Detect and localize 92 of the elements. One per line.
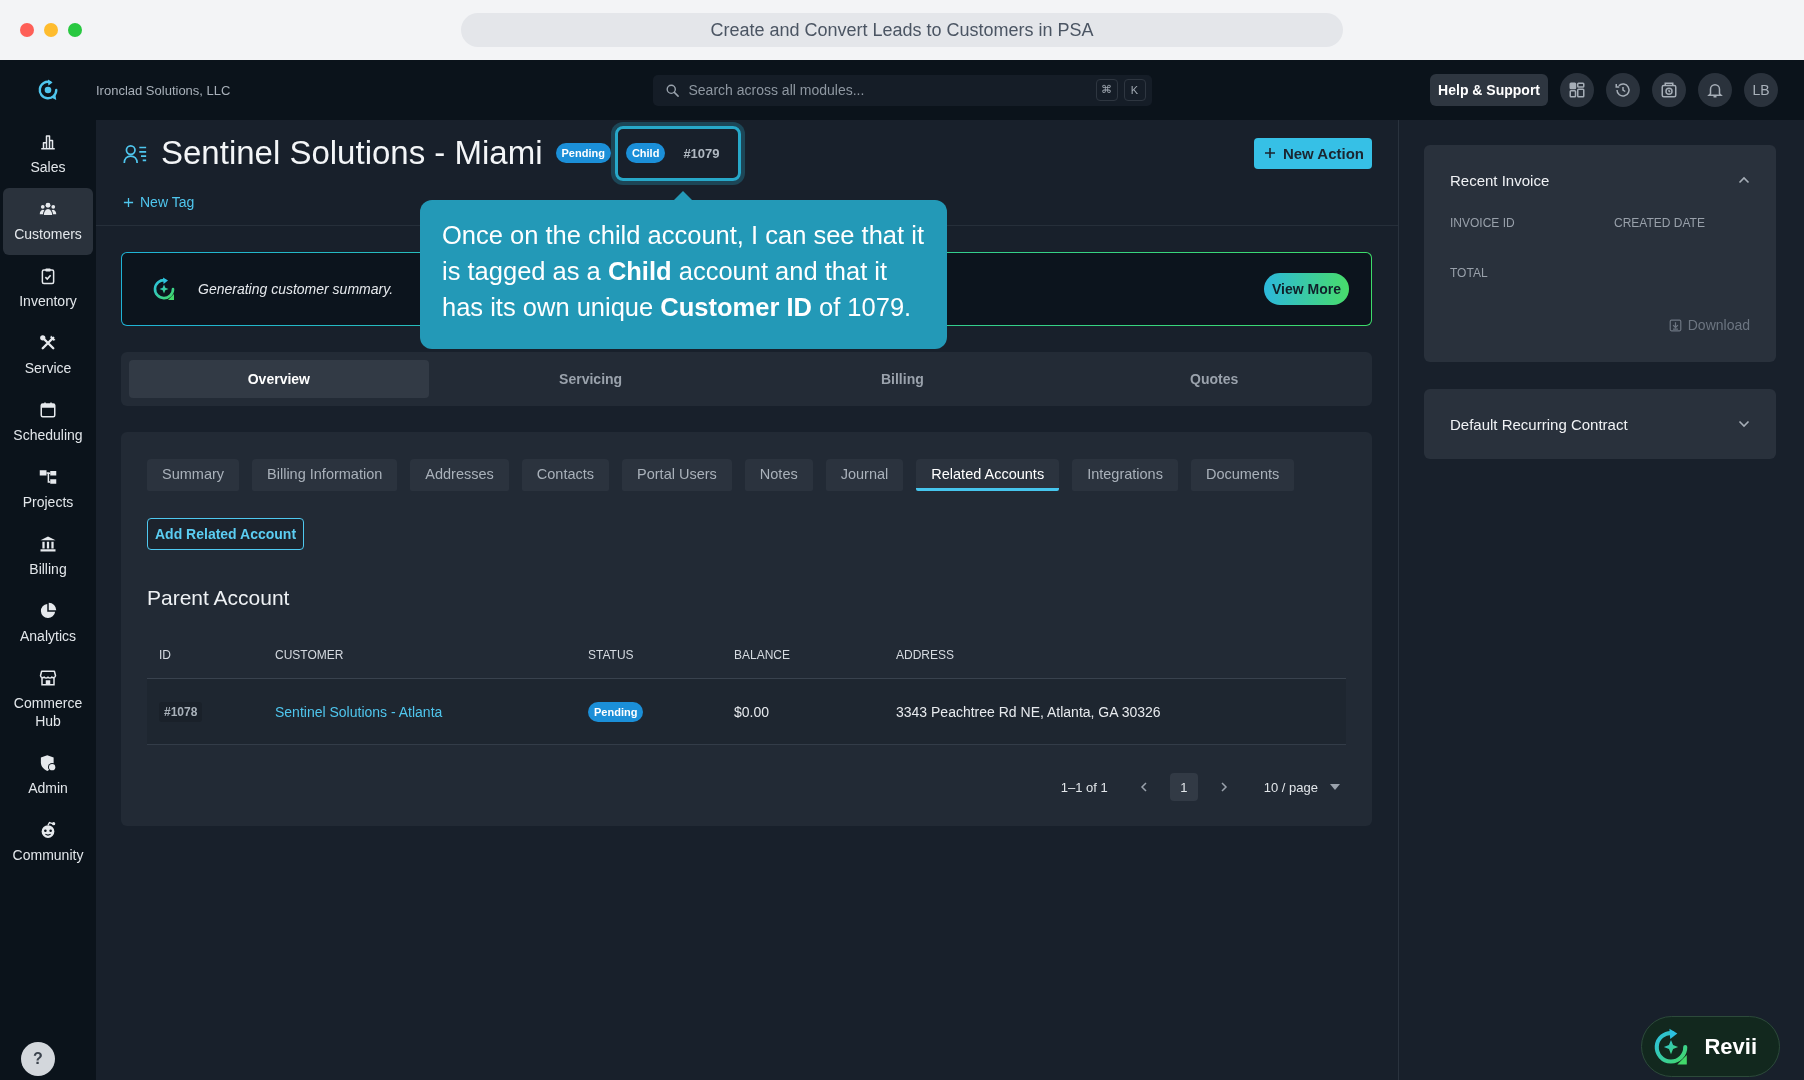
status-badge: Pending [555, 143, 611, 163]
shortcut-key: ⌘ [1095, 78, 1118, 101]
column-header: ID [158, 648, 172, 662]
page-button[interactable]: 1 [1169, 773, 1198, 801]
customer-id: #1079 [683, 145, 720, 161]
plus-icon [1263, 147, 1276, 159]
field-label: INVOICE ID [1450, 216, 1516, 230]
sidebar-item[interactable]: Scheduling [3, 389, 93, 456]
history-icon [1614, 81, 1632, 99]
ai-sparkle-icon [152, 277, 176, 301]
sidebar-item[interactable]: Community [3, 809, 93, 876]
assistant-button[interactable]: Revii [1641, 1016, 1780, 1077]
clipboard-check-icon [39, 267, 57, 285]
layout-button[interactable] [1560, 73, 1594, 107]
callout: Once on the child account, I can see that it is tagged as a Child account and that it has its own unique Customer ID of 1079. [420, 200, 947, 349]
people-icon [39, 200, 57, 218]
person-list-icon [123, 142, 147, 164]
field-label: CREATED DATE [1614, 216, 1706, 230]
logo-icon[interactable] [37, 79, 59, 101]
field-label: TOTAL [1450, 266, 1489, 280]
plus-icon [123, 196, 134, 208]
help-button[interactable]: ? [21, 1042, 55, 1076]
close-window-icon[interactable] [20, 23, 34, 37]
mascot-face-icon [39, 821, 57, 839]
new-action-button[interactable]: New Action [1253, 137, 1372, 169]
company-name: Ironclad Solutions, LLC [96, 82, 231, 98]
bar-chart-icon [39, 133, 57, 151]
sidebar-item[interactable]: Billing [3, 523, 93, 590]
storefront-icon [39, 669, 57, 687]
sub-tab[interactable]: Addresses [410, 459, 509, 491]
account-type-tag: Child [625, 143, 666, 163]
tab[interactable]: Overview [129, 360, 429, 398]
sidebar-item[interactable]: Projects [3, 456, 93, 523]
section-title: Parent Account [147, 585, 291, 611]
sub-tab[interactable]: Integrations [1072, 459, 1178, 491]
chevron-up-icon[interactable] [1738, 176, 1750, 184]
customer-name-title: Sentinel Solutions - Miami [161, 134, 543, 172]
sidebar-item[interactable]: Service [3, 322, 93, 389]
sidebar-item[interactable]: Inventory [3, 255, 93, 322]
sub-tab[interactable]: Documents [1190, 459, 1295, 491]
help-support-button[interactable]: Help & Support [1430, 74, 1548, 106]
shortcut-key: K [1123, 78, 1146, 101]
sidebar-item[interactable]: Admin [3, 742, 93, 809]
tab[interactable]: Billing [752, 360, 1053, 398]
sub-tab[interactable]: Summary [147, 459, 240, 491]
customer-id: #1078 [159, 701, 203, 722]
page-size-select[interactable]: 10 / page [1263, 779, 1340, 795]
table-cell: $0.00 [734, 703, 770, 720]
camera-clock-icon [1660, 81, 1678, 99]
dashboard-layout-icon [1568, 81, 1586, 99]
customer-link[interactable]: Sentinel Solutions - Atlanta [275, 703, 443, 720]
shield-user-icon [39, 754, 57, 772]
download-icon [1668, 318, 1682, 332]
sidebar-item[interactable]: Commerce Hub [3, 657, 93, 742]
column-header: BALANCE [733, 648, 792, 662]
pagination-range: 1–1 of 1 [1060, 779, 1108, 795]
user-avatar[interactable]: LB [1744, 73, 1778, 107]
crossed-tools-icon [39, 334, 57, 352]
summary-status-text: Generating customer summary. [198, 281, 394, 297]
search-icon [664, 82, 680, 98]
hierarchy-icon [39, 468, 57, 486]
calendar-icon [39, 401, 57, 419]
bank-icon [39, 535, 57, 553]
page-title-bar: Create and Convert Leads to Customers in PSA [461, 13, 1343, 47]
column-header: ADDRESS [895, 648, 955, 662]
sidebar-item[interactable]: Sales [3, 121, 93, 188]
tab[interactable]: Quotes [1064, 360, 1364, 398]
new-tag-button[interactable]: New Tag [123, 194, 195, 210]
sub-tab[interactable]: Journal [825, 459, 904, 491]
pie-chart-icon [39, 602, 57, 620]
sub-tab[interactable]: Portal Users [622, 459, 732, 491]
card-title: Recent Invoice [1450, 171, 1550, 189]
chevron-down-icon[interactable] [1738, 420, 1750, 428]
camera-clock-button[interactable] [1652, 73, 1686, 107]
status-badge: Pending [588, 701, 644, 722]
sub-tab[interactable]: Contacts [521, 459, 610, 491]
table-cell: 3343 Peachtree Rd NE, Atlanta, GA 30326 [896, 703, 1161, 720]
card-title: Default Recurring Contract [1450, 415, 1628, 433]
bell-icon [1706, 81, 1724, 99]
sidebar-item[interactable]: Customers [3, 188, 93, 255]
add-related-account-button[interactable]: Add Related Account [147, 518, 305, 550]
caret-down-icon [1330, 784, 1340, 790]
tab[interactable]: Servicing [440, 360, 741, 398]
history-button[interactable] [1606, 73, 1640, 107]
sub-tab[interactable]: Notes [744, 459, 813, 491]
view-more-button[interactable]: View More [1264, 273, 1349, 305]
column-header: STATUS [587, 648, 635, 662]
sub-tab[interactable]: Billing Information [252, 459, 398, 491]
column-header: CUSTOMER [274, 648, 345, 662]
notifications-button[interactable] [1698, 73, 1732, 107]
sub-tab[interactable]: Related Accounts [916, 459, 1060, 491]
sidebar-item[interactable]: Analytics [3, 590, 93, 657]
